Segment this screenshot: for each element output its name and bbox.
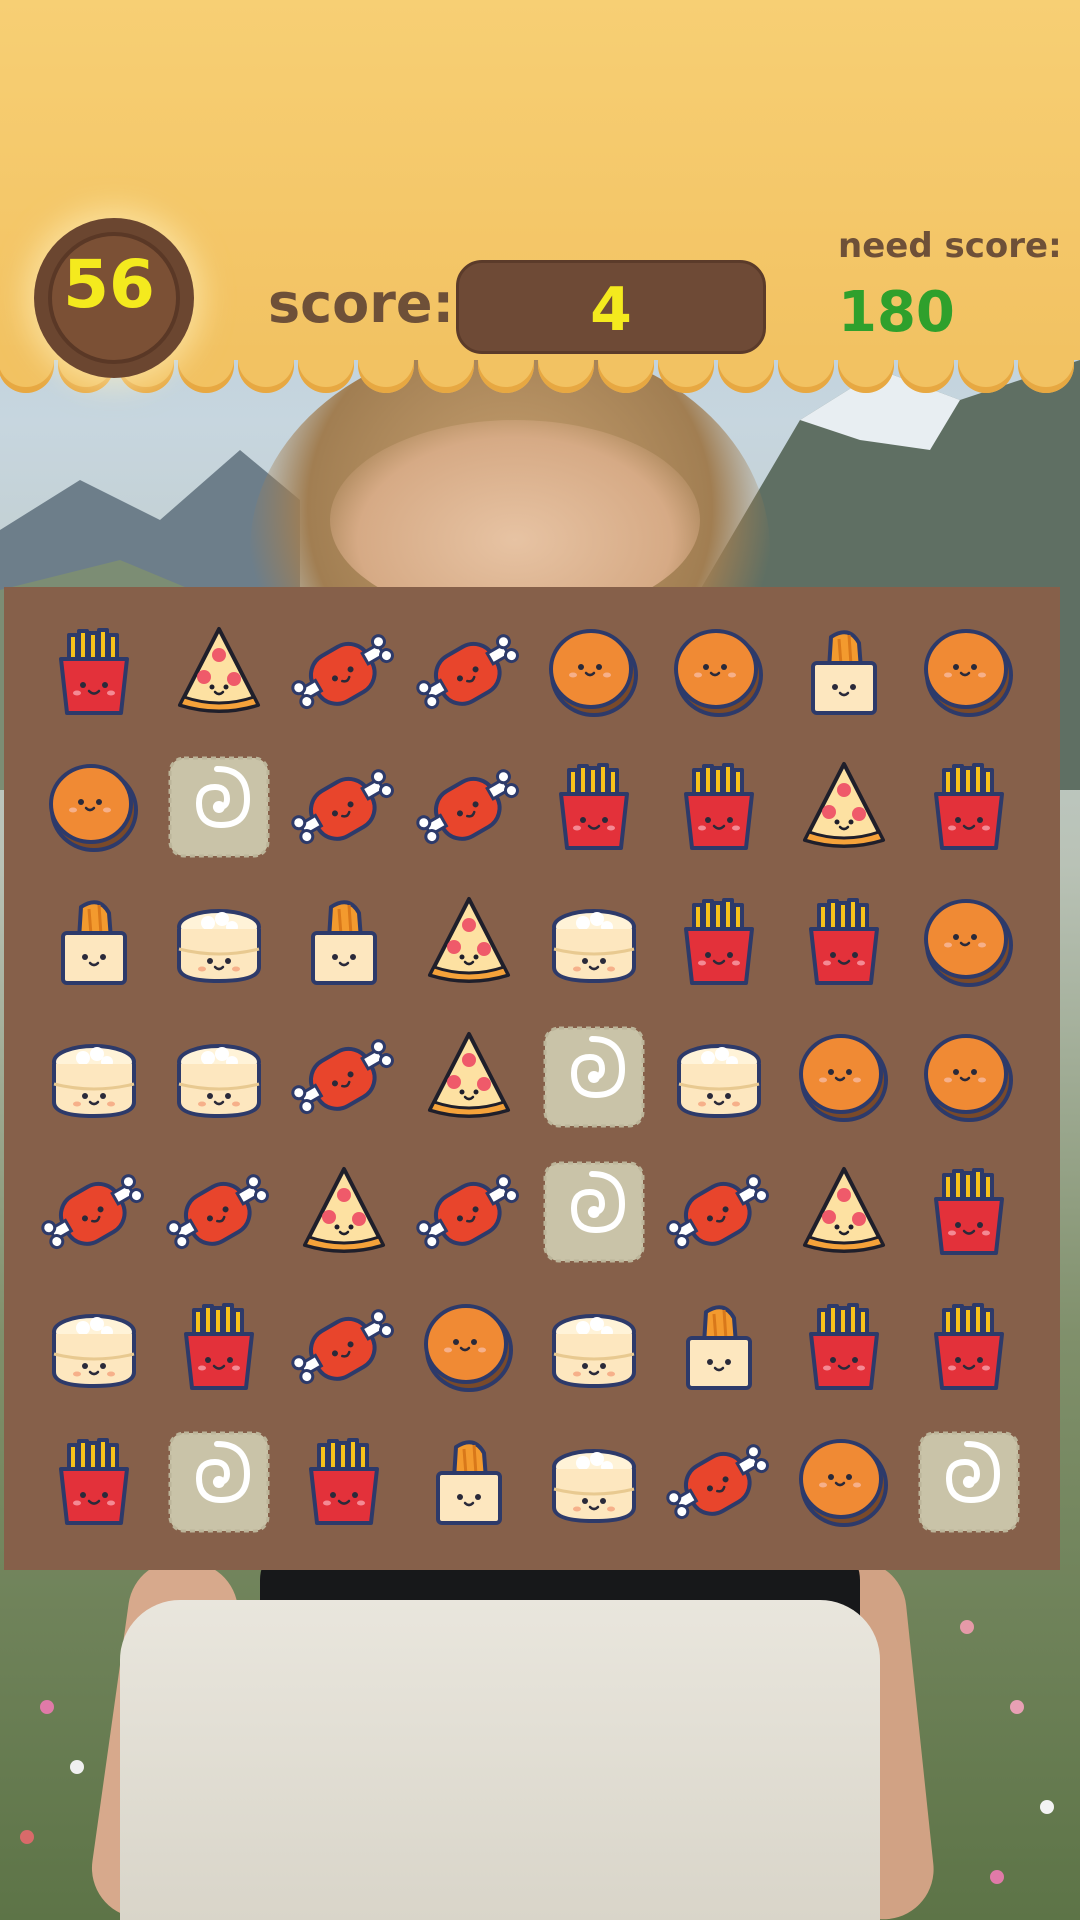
flower [20,1830,34,1844]
meat-drumstick-icon[interactable] [664,1427,774,1537]
meat-drumstick-icon[interactable] [289,1292,399,1402]
pancake-icon[interactable] [664,617,774,727]
pizza-slice-icon[interactable] [789,752,899,862]
fries-icon[interactable] [789,887,899,997]
scallop [238,345,294,393]
spiral-cracker-icon[interactable] [914,1427,1024,1537]
meat-drumstick-icon[interactable] [414,1157,524,1267]
pancake-icon[interactable] [789,1022,899,1132]
spiral-cracker-icon[interactable] [539,1157,649,1267]
flower [1040,1800,1054,1814]
flower [1010,1700,1024,1714]
flower [40,1700,54,1714]
fries-icon[interactable] [539,752,649,862]
spiral-cracker-icon[interactable] [164,1427,274,1537]
fries-icon[interactable] [914,1292,1024,1402]
scallop [298,345,354,393]
moves-counter: 56 [34,218,194,378]
bread-loaf-icon[interactable] [289,887,399,997]
scallop [838,345,894,393]
fries-icon[interactable] [914,1157,1024,1267]
spiral-cracker-icon[interactable] [539,1022,649,1132]
pizza-slice-icon[interactable] [414,1022,524,1132]
fries-icon[interactable] [39,617,149,727]
score-display: 4 [456,260,766,354]
pizza-slice-icon[interactable] [414,887,524,997]
flower [990,1870,1004,1884]
pancake-icon[interactable] [414,1292,524,1402]
bread-loaf-icon[interactable] [664,1292,774,1402]
scallop [1018,345,1074,393]
meat-drumstick-icon[interactable] [664,1157,774,1267]
scallop [958,345,1014,393]
meat-drumstick-icon[interactable] [289,1022,399,1132]
meat-drumstick-icon[interactable] [289,617,399,727]
scallop [418,345,474,393]
score-label: score: [268,272,455,335]
pancake-icon[interactable] [914,617,1024,727]
flower [960,1620,974,1634]
fries-icon[interactable] [914,752,1024,862]
pancake-icon[interactable] [914,887,1024,997]
pizza-slice-icon[interactable] [164,617,274,727]
meat-drumstick-icon[interactable] [414,617,524,727]
steamed-bun-icon[interactable] [164,887,274,997]
pancake-icon[interactable] [789,1427,899,1537]
pancake-icon[interactable] [539,617,649,727]
steamed-bun-icon[interactable] [664,1022,774,1132]
steamed-bun-icon[interactable] [539,1292,649,1402]
steamed-bun-icon[interactable] [539,887,649,997]
score-value: 4 [590,275,632,345]
meat-drumstick-icon[interactable] [414,752,524,862]
meat-drumstick-icon[interactable] [289,752,399,862]
person-skirt [120,1600,880,1920]
scallop [778,345,834,393]
steamed-bun-icon[interactable] [164,1022,274,1132]
meat-drumstick-icon[interactable] [164,1157,274,1267]
bread-loaf-icon[interactable] [39,887,149,997]
moves-left-value: 56 [63,246,155,323]
meat-drumstick-icon[interactable] [39,1157,149,1267]
fries-icon[interactable] [789,1292,899,1402]
steamed-bun-icon[interactable] [39,1022,149,1132]
fries-icon[interactable] [39,1427,149,1537]
need-score-label: need score: [838,226,1062,266]
fries-icon[interactable] [289,1427,399,1537]
flower [70,1760,84,1774]
scallop [358,345,414,393]
bread-loaf-icon[interactable] [414,1427,524,1537]
spiral-cracker-icon[interactable] [164,752,274,862]
pancake-icon[interactable] [39,752,149,862]
pizza-slice-icon[interactable] [789,1157,899,1267]
steamed-bun-icon[interactable] [39,1292,149,1402]
fries-icon[interactable] [664,887,774,997]
pancake-icon[interactable] [914,1022,1024,1132]
need-score-value: 180 [838,280,955,345]
bread-loaf-icon[interactable] [789,617,899,727]
fries-icon[interactable] [164,1292,274,1402]
game-board [4,587,1060,1570]
scallop [898,345,954,393]
steamed-bun-icon[interactable] [539,1427,649,1537]
fries-icon[interactable] [664,752,774,862]
pizza-slice-icon[interactable] [289,1157,399,1267]
